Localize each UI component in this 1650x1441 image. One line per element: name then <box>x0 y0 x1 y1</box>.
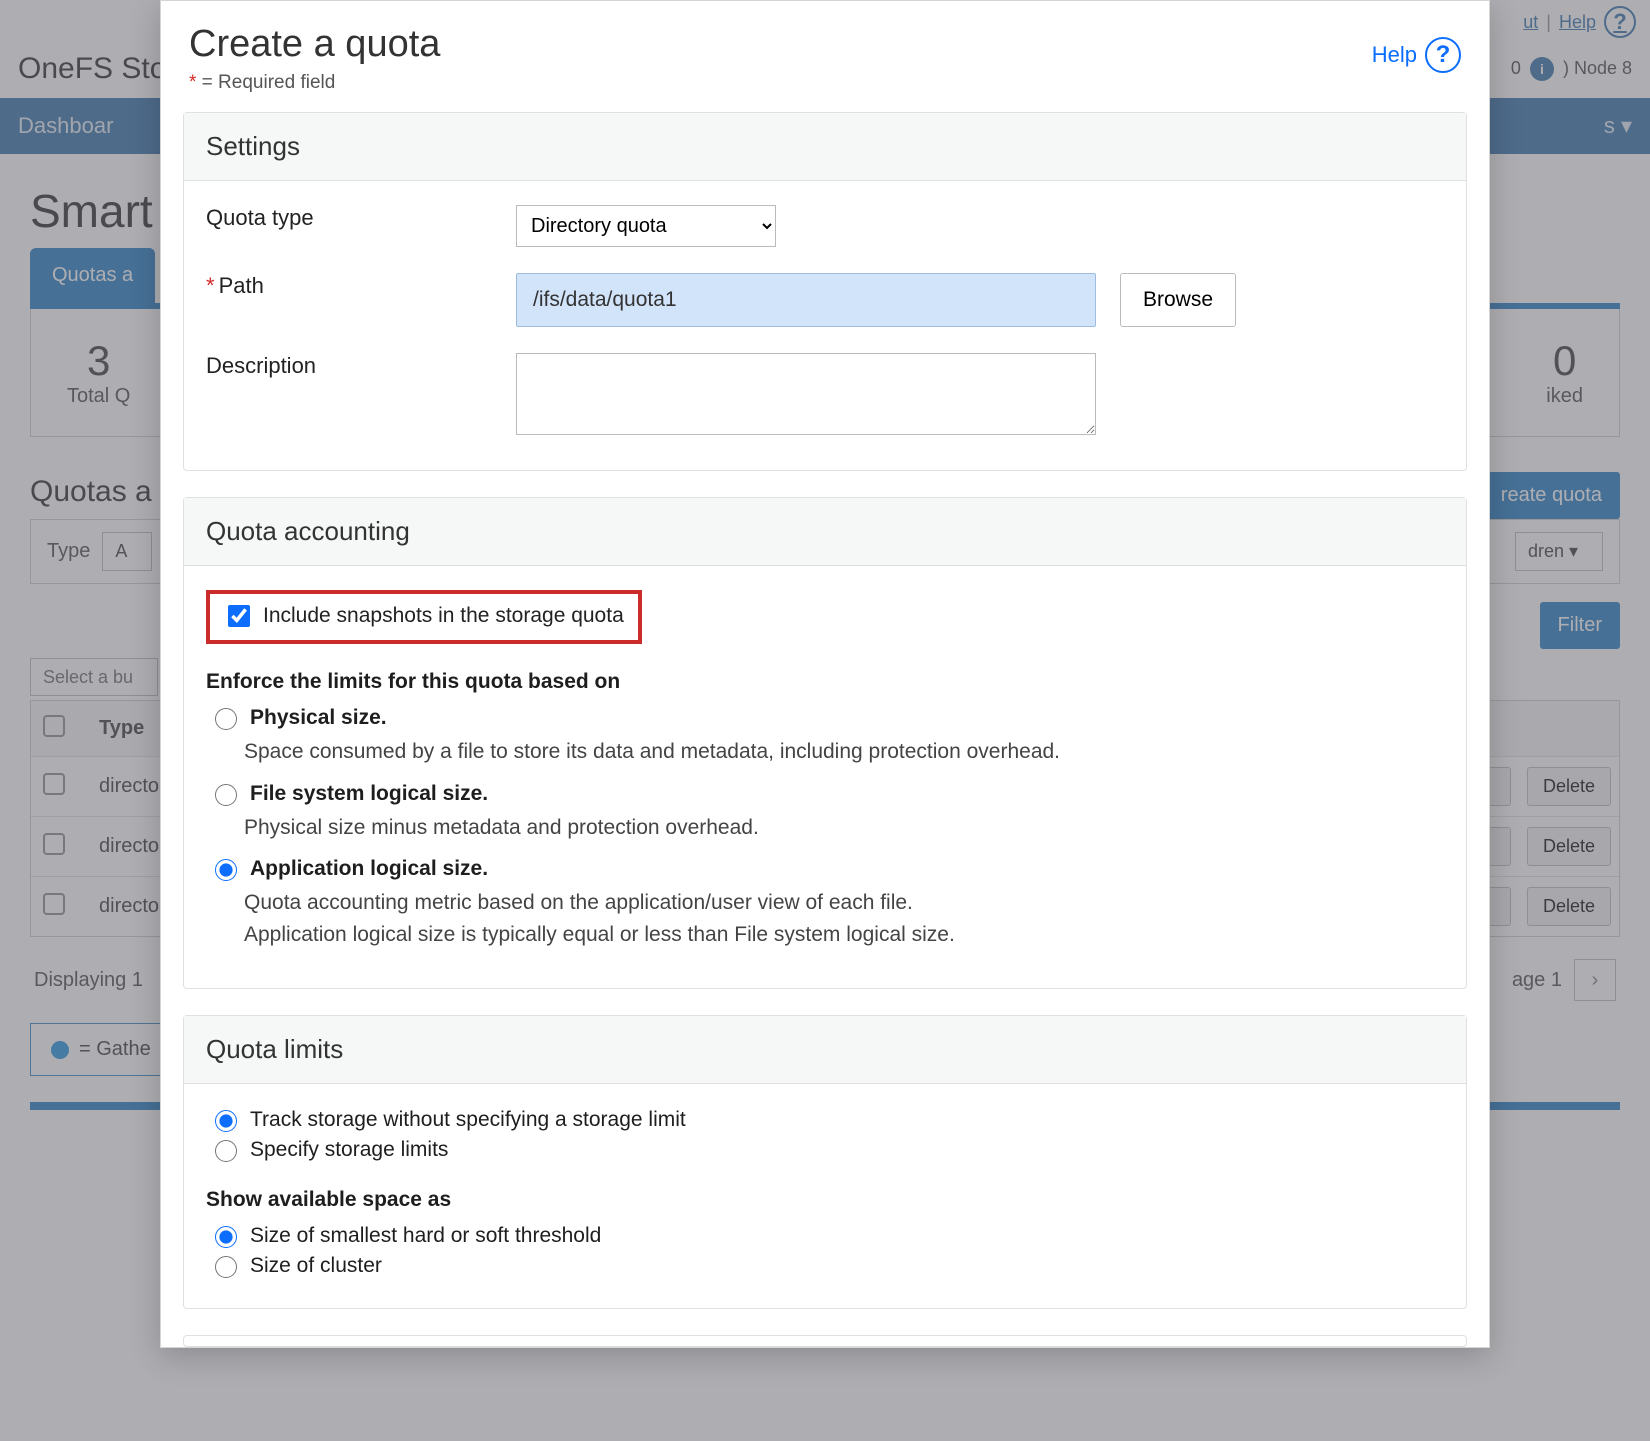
enforce-radio-physical[interactable] <box>215 708 237 730</box>
limit-title-specify: Specify storage limits <box>250 1138 448 1162</box>
include-snapshots-checkbox[interactable] <box>228 605 250 627</box>
description-label: Description <box>206 353 516 379</box>
quota-accounting-header: Quota accounting <box>184 498 1466 566</box>
include-snapshots-label: Include snapshots in the storage quota <box>263 604 624 628</box>
modal-help-label: Help <box>1372 42 1417 68</box>
quota-limits-section: Quota limits Track storage without speci… <box>183 1015 1467 1309</box>
browse-button[interactable]: Browse <box>1120 273 1236 327</box>
enforce-desc-applogical: Quota accounting metric based on the app… <box>244 887 1444 950</box>
modal-title: Create a quota <box>189 23 440 66</box>
modal-help-link[interactable]: Help ? <box>1372 37 1461 73</box>
space-head: Show available space as <box>206 1188 1444 1212</box>
enforce-option-fslogical[interactable]: File system logical size. <box>210 782 1444 806</box>
quota-limits-header: Quota limits <box>184 1016 1466 1084</box>
limit-options: Track storage without specifying a stora… <box>210 1108 1444 1162</box>
limit-option-track[interactable]: Track storage without specifying a stora… <box>210 1108 1444 1132</box>
settings-section: Settings Quota type Directory quota *Pat… <box>183 112 1467 471</box>
quota-accounting-section: Quota accounting Include snapshots in th… <box>183 497 1467 989</box>
help-icon: ? <box>1425 37 1461 73</box>
space-radio-smallest[interactable] <box>215 1226 237 1248</box>
quota-type-select[interactable]: Directory quota <box>516 205 776 247</box>
enforce-option-physical[interactable]: Physical size. <box>210 706 1444 730</box>
enforce-title-applogical: Application logical size. <box>250 857 488 881</box>
background-page: ut | Help ? OneFS Sto 0 i ) Node 8 Dashb… <box>0 0 1650 1441</box>
enforce-radio-applogical[interactable] <box>215 859 237 881</box>
next-section-top <box>183 1335 1467 1347</box>
limit-title-track: Track storage without specifying a stora… <box>250 1108 686 1132</box>
enforce-title-physical: Physical size. <box>250 706 387 730</box>
enforce-options: Physical size. Space consumed by a file … <box>210 706 1444 950</box>
space-title-cluster: Size of cluster <box>250 1254 382 1278</box>
limit-option-specify[interactable]: Specify storage limits <box>210 1138 1444 1162</box>
space-option-smallest[interactable]: Size of smallest hard or soft threshold <box>210 1224 1444 1248</box>
limit-radio-track[interactable] <box>215 1110 237 1132</box>
limit-radio-specify[interactable] <box>215 1140 237 1162</box>
enforce-desc-fslogical: Physical size minus metadata and protect… <box>244 812 1444 844</box>
description-textarea[interactable] <box>516 353 1096 435</box>
space-option-cluster[interactable]: Size of cluster <box>210 1254 1444 1278</box>
settings-header: Settings <box>184 113 1466 181</box>
required-note: * = Required field <box>189 72 440 94</box>
enforce-option-applogical[interactable]: Application logical size. <box>210 857 1444 881</box>
include-snapshots-row[interactable]: Include snapshots in the storage quota <box>224 602 624 630</box>
path-label: *Path <box>206 273 516 299</box>
quota-type-label: Quota type <box>206 205 516 231</box>
path-input[interactable] <box>516 273 1096 327</box>
enforce-radio-fslogical[interactable] <box>215 784 237 806</box>
space-options: Size of smallest hard or soft threshold … <box>210 1224 1444 1278</box>
include-snapshots-highlight: Include snapshots in the storage quota <box>206 590 642 644</box>
create-quota-modal: Create a quota * = Required field Help ?… <box>160 0 1490 1348</box>
space-title-smallest: Size of smallest hard or soft threshold <box>250 1224 601 1248</box>
space-radio-cluster[interactable] <box>215 1256 237 1278</box>
enforce-basis-label: Enforce the limits for this quota based … <box>206 670 1444 694</box>
enforce-desc-physical: Space consumed by a file to store its da… <box>244 736 1444 768</box>
enforce-title-fslogical: File system logical size. <box>250 782 488 806</box>
